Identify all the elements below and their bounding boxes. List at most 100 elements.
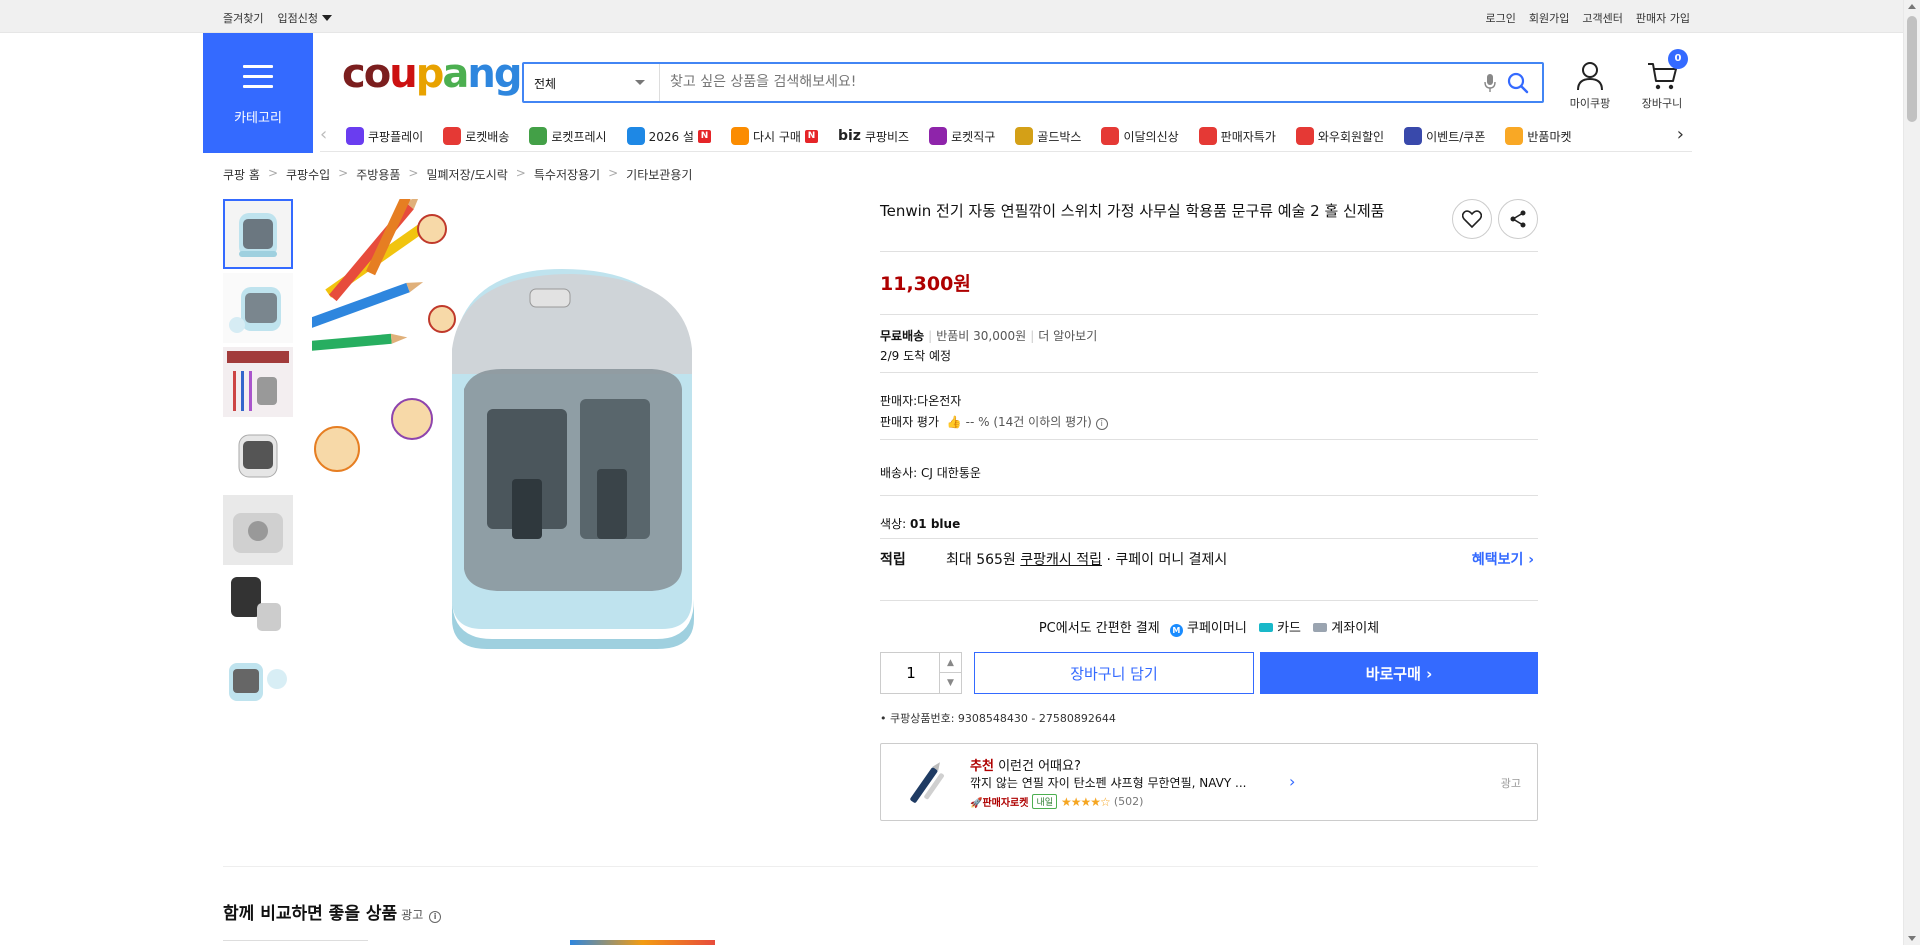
quantity-up-icon[interactable]: ▲ (939, 653, 961, 673)
heart-icon (1462, 210, 1482, 228)
search-scope-select[interactable]: 전체 (524, 64, 660, 101)
signup-link[interactable]: 회원가입 (1529, 10, 1569, 26)
category-nav-list: 쿠팡플레이 로켓배송 로켓프레시 2026 설 N 다시 구매 Nbiz 쿠팡비즈 로켓직구 골드… (346, 127, 1572, 145)
nav-left-arrow-icon[interactable]: ‹ (320, 124, 327, 145)
vendor-apply-link[interactable]: 입점신청 (277, 10, 332, 26)
coupay-money-icon: M (1169, 624, 1183, 637)
scroll-thumb[interactable] (1907, 16, 1917, 122)
login-link[interactable]: 로그인 (1486, 10, 1516, 26)
compare-card-edge (570, 940, 715, 945)
top-utility-bar: 즐겨찾기 입점신청 로그인 회원가입 고객센터 판매자 가입 (0, 0, 1920, 33)
recommendation-card[interactable]: 추천 이런건 어때요? 깎지 않는 연필 자이 탄소펜 샤프형 무한연필, NA… (880, 743, 1538, 821)
section-divider (223, 866, 1538, 867)
category-nav-item[interactable]: 쿠팡플레이 (346, 127, 423, 145)
thumbnail-5[interactable] (223, 495, 293, 565)
search-icon[interactable] (1506, 71, 1530, 99)
bookmark-link[interactable]: 즐겨찾기 (223, 10, 263, 26)
breadcrumb-item[interactable]: 쿠팡 홈 (223, 166, 260, 183)
seller-signup-link[interactable]: 판매자 가입 (1636, 10, 1690, 26)
recommendation-image (899, 756, 953, 810)
category-nav-label: 골드박스 (1037, 129, 1082, 144)
category-nav-item[interactable]: 판매자특가 (1198, 127, 1276, 145)
rating-stars: ★★★★☆ (1061, 794, 1111, 809)
home-icon (730, 127, 749, 145)
thumbnail-1[interactable] (223, 199, 293, 269)
review-count: (502) (1113, 795, 1144, 808)
breadcrumb-item[interactable]: 특수저장용기 (534, 166, 600, 183)
quantity-input[interactable] (881, 653, 941, 693)
main-product-image[interactable] (301, 168, 846, 744)
category-nav-item[interactable]: 골드박스 (1015, 127, 1081, 145)
category-nav-item[interactable]: 로켓프레시 (529, 127, 607, 145)
chevron-right-icon[interactable]: › (1289, 772, 1295, 791)
coupang-cash-link[interactable]: 쿠팡캐시 적립 (1020, 552, 1102, 568)
page-scrollbar[interactable] (1903, 0, 1920, 945)
thumbnail-3[interactable] (223, 347, 293, 417)
wishlist-button[interactable] (1452, 199, 1492, 239)
benefit-button[interactable]: 혜택보기 › (1472, 549, 1534, 569)
recommendation-name: 깎지 않는 연필 자이 탄소펜 샤프형 무한연필, NAVY ... (970, 776, 1247, 790)
ad-label: 광고 (1500, 777, 1521, 790)
category-nav-item[interactable]: 로켓직구 (929, 127, 995, 145)
courier-info: 배송사: CJ 대한통운 (880, 466, 981, 480)
arrival-date: 2/9 도착 예정 (880, 349, 952, 363)
scroll-up-icon[interactable] (1908, 4, 1916, 9)
new-badge: N (697, 129, 711, 143)
nav-right-arrow-icon[interactable]: › (1677, 124, 1684, 145)
category-nav-label: 로켓프레시 (551, 129, 607, 144)
customer-center-link[interactable]: 고객센터 (1582, 10, 1622, 26)
breadcrumb-item[interactable]: 기타보관용기 (626, 166, 692, 183)
search-bar: 전체 (522, 62, 1544, 103)
learn-more-link[interactable]: 더 알아보기 (1038, 329, 1097, 343)
share-button[interactable] (1498, 199, 1538, 239)
quantity-down-icon[interactable]: ▼ (939, 673, 961, 693)
coupang-logo[interactable]: coupang (342, 54, 522, 94)
category-nav-item[interactable]: 로켓배송 (443, 127, 509, 145)
breadcrumb-item[interactable]: 주방용품 (356, 166, 400, 183)
seller-name[interactable]: 판매자:다온전자 (880, 392, 1538, 409)
new-icon (1101, 127, 1120, 145)
breadcrumb-separator-icon: > (338, 166, 349, 180)
thumbnail-4[interactable] (223, 421, 293, 491)
buy-now-button[interactable]: 바로구매 › (1260, 652, 1538, 694)
category-nav-label: 쿠팡플레이 (368, 129, 424, 144)
color-option: 색상: 01 blue (880, 517, 961, 531)
category-nav-item[interactable]: 와우회원할인 (1295, 127, 1384, 145)
user-icon (1577, 62, 1603, 91)
microphone-icon[interactable] (1484, 73, 1496, 97)
caret-down-icon (321, 15, 332, 21)
shipping-info: 무료배송 | 반품비 30,000원 | 더 알아보기 (880, 329, 1098, 343)
category-nav-label: 로켓배송 (465, 129, 510, 144)
thumbnail-2[interactable] (223, 273, 293, 343)
breadcrumb-item[interactable]: 밀폐저장/도시락 (426, 166, 507, 183)
category-nav-label: 로켓직구 (951, 129, 996, 144)
seller-rocket-badge: 🚀판매자로켓 (970, 798, 1029, 809)
market-icon (1505, 127, 1524, 145)
category-nav-item[interactable]: 2026 설N (626, 127, 711, 145)
seller-rating: 판매자 평가 👍 -- % (14건 이하의 평가) i (880, 413, 1538, 430)
tomorrow-badge: 내일 (1032, 794, 1058, 809)
category-menu-button[interactable]: 카테고리 (203, 33, 313, 153)
product-price: 11,300원 (880, 273, 971, 295)
cart-button[interactable]: 장바구니 0 (1632, 49, 1692, 111)
thumbnail-7[interactable] (223, 643, 293, 713)
category-nav-item[interactable]: 다시 구매 N (730, 127, 818, 145)
gift-icon (626, 127, 645, 145)
search-input[interactable] (670, 71, 1470, 93)
mypage-button[interactable]: 마이쿠팡 (1560, 60, 1620, 111)
category-nav-item[interactable]: 이달의신상 (1101, 127, 1179, 145)
breadcrumb-separator-icon: > (267, 166, 278, 180)
breadcrumb-item[interactable]: 쿠팡수입 (286, 166, 330, 183)
scroll-down-icon[interactable] (1908, 936, 1916, 941)
add-to-cart-button[interactable]: 장바구니 담기 (974, 652, 1254, 694)
category-nav-item[interactable]: 이벤트/쿠폰 (1404, 127, 1485, 145)
info-icon[interactable]: i (1095, 418, 1108, 430)
breadcrumb: 쿠팡 홈 > 쿠팡수입 > 주방용품 > 밀폐저장/도시락 > 특수저장용기 > 기타보관용기 (223, 166, 692, 183)
payment-methods: PC에서도 간편한 결제 M 쿠페이머니 카드 계좌이체 (1038, 621, 1380, 637)
breadcrumb-separator-icon: > (408, 166, 419, 180)
category-nav-item[interactable]: 반품마켓 (1505, 127, 1572, 145)
info-icon[interactable]: i (429, 911, 442, 923)
category-nav-label: 다시 구매 (752, 129, 801, 144)
category-nav-item[interactable]: biz 쿠팡비즈 (838, 127, 909, 145)
thumbnail-6[interactable] (223, 569, 293, 639)
